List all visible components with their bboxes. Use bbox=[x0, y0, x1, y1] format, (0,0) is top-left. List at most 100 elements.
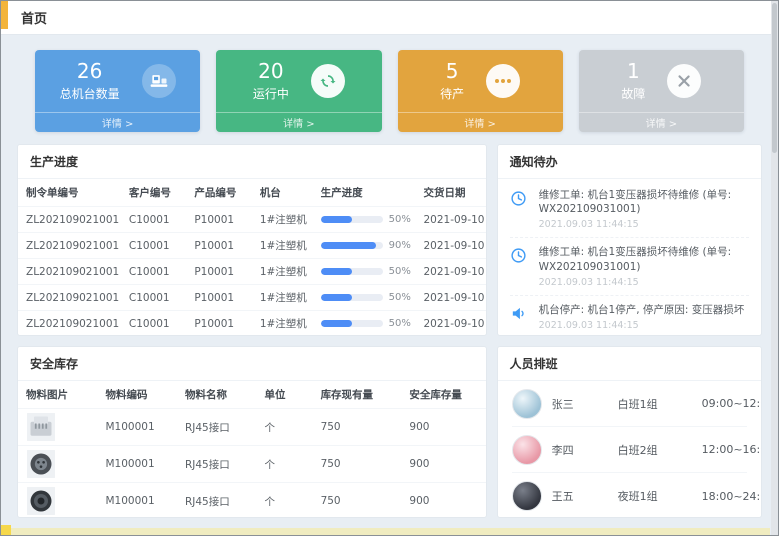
cell-order: ZL202109021001 bbox=[18, 207, 121, 233]
cell-product: P10001 bbox=[186, 259, 251, 285]
speaker-icon bbox=[510, 303, 530, 331]
col-material-code: 物料编码 bbox=[97, 381, 176, 409]
stat-card-body: 5 待产 bbox=[398, 50, 563, 112]
cell-customer: C10001 bbox=[121, 259, 186, 285]
fault-icon bbox=[667, 64, 701, 98]
clock-icon bbox=[510, 245, 530, 287]
cell-product: P10001 bbox=[186, 285, 251, 311]
avatar bbox=[512, 389, 542, 419]
staff-row: 王五 夜班1组 18:00~24:00 bbox=[512, 473, 747, 517]
col-customer: 客户编号 bbox=[121, 179, 186, 207]
running-icon bbox=[311, 64, 345, 98]
cell-machine: 1#注塑机 bbox=[252, 259, 313, 285]
cell-machine: 1#注塑机 bbox=[252, 285, 313, 311]
progress-label: 50% bbox=[389, 292, 411, 303]
stat-label-waiting: 待产 bbox=[440, 85, 464, 102]
progress-bar: 50% bbox=[321, 318, 408, 329]
cell-safety-stock: 900 bbox=[401, 409, 485, 446]
staffing-panel-title: 人员排班 bbox=[498, 347, 761, 381]
progress-label: 50% bbox=[389, 318, 411, 329]
cell-order: ZL202109021001 bbox=[18, 285, 121, 311]
speaker-photo bbox=[26, 487, 56, 515]
connector-photo bbox=[26, 450, 56, 478]
stat-value-total: 26 bbox=[60, 60, 120, 82]
notice-text: 维修工单: 机台1变压器损坏待维修 (单号: WX202109031001) bbox=[539, 188, 749, 216]
notice-item[interactable]: 机台停产: 机台1停产, 停产原因: 变压器损坏 2021.09.03 11:4… bbox=[510, 296, 749, 335]
progress-bar: 90% bbox=[321, 240, 408, 251]
staff-row: 张三 白班1组 09:00~12:00 bbox=[512, 381, 747, 427]
detail-link-fault[interactable]: 详情 > bbox=[579, 112, 744, 132]
staff-row: 李四 白班2组 12:00~16:00 bbox=[512, 427, 747, 473]
detail-link-waiting[interactable]: 详情 > bbox=[398, 112, 563, 132]
cell-date: 2021-09-10 bbox=[415, 311, 485, 337]
bottom-corner-accent bbox=[1, 525, 11, 535]
col-safety-stock: 安全库存量 bbox=[401, 381, 485, 409]
col-product: 产品编号 bbox=[186, 179, 251, 207]
cell-current-stock: 750 bbox=[313, 409, 402, 446]
staff-list: 张三 白班1组 09:00~12:00 李四 白班2组 12:00~16:00 … bbox=[498, 381, 761, 517]
cell-customer: C10001 bbox=[121, 285, 186, 311]
staff-name: 王五 bbox=[552, 488, 618, 504]
vertical-scrollbar[interactable] bbox=[771, 1, 778, 535]
col-order: 制令单编号 bbox=[18, 179, 121, 207]
stat-label-running: 运行中 bbox=[253, 85, 289, 102]
staff-shift: 白班1组 bbox=[618, 396, 702, 412]
col-date: 交货日期 bbox=[415, 179, 485, 207]
cell-current-stock: 750 bbox=[313, 446, 402, 483]
cell-unit: 个 bbox=[256, 409, 312, 446]
cell-customer: C10001 bbox=[121, 233, 186, 259]
cell-machine: 1#注塑机 bbox=[252, 233, 313, 259]
inventory-header-row: 物料图片 物料编码 物料名称 单位 库存现有量 安全库存量 bbox=[18, 381, 486, 409]
progress-bar: 50% bbox=[321, 214, 408, 225]
table-row: M100001 RJ45接口 个 750 900 bbox=[18, 446, 486, 483]
notice-item[interactable]: 维修工单: 机台1变压器损坏待维修 (单号: WX202109031001) 2… bbox=[510, 181, 749, 238]
detail-link-total[interactable]: 详情 > bbox=[35, 112, 200, 132]
cell-safety-stock: 900 bbox=[401, 483, 485, 519]
cell-safety-stock: 900 bbox=[401, 446, 485, 483]
table-row: ZL202109021001 C10001 P10001 1#注塑机 50% 2… bbox=[18, 285, 486, 311]
stat-card-fault[interactable]: 1 故障 详情 > bbox=[579, 50, 744, 132]
notices-panel: 通知待办 维修工单: 机台1变压器损坏待维修 (单号: WX2021090310… bbox=[497, 144, 762, 336]
col-machine: 机台 bbox=[252, 179, 313, 207]
scrollbar-thumb[interactable] bbox=[772, 3, 777, 153]
progress-label: 90% bbox=[389, 240, 411, 251]
notice-item[interactable]: 维修工单: 机台1变压器损坏待维修 (单号: WX202109031001) 2… bbox=[510, 238, 749, 295]
cell-date: 2021-09-10 bbox=[415, 233, 485, 259]
stat-cards-row: 26 总机台数量 详情 > 20 运行中 详情 > 5 待产 bbox=[1, 35, 778, 142]
stat-card-total-machines[interactable]: 26 总机台数量 详情 > bbox=[35, 50, 200, 132]
detail-link-running[interactable]: 详情 > bbox=[216, 112, 381, 132]
cell-product: P10001 bbox=[186, 311, 251, 337]
cell-material-name: RJ45接口 bbox=[177, 446, 256, 483]
staff-shift: 白班2组 bbox=[618, 442, 702, 458]
cell-date: 2021-09-10 bbox=[415, 259, 485, 285]
progress-label: 50% bbox=[389, 214, 411, 225]
table-row: ZL202109021001 C10001 P10001 1#注塑机 90% 2… bbox=[18, 233, 486, 259]
production-panel-title: 生产进度 bbox=[18, 145, 486, 179]
cell-product: P10001 bbox=[186, 207, 251, 233]
waiting-icon bbox=[486, 64, 520, 98]
avatar bbox=[512, 481, 542, 511]
production-progress-panel: 生产进度 制令单编号 客户编号 产品编号 机台 生产进度 交货日期 ZL2021… bbox=[17, 144, 487, 336]
notice-time: 2021.09.03 11:44:15 bbox=[539, 219, 749, 230]
stat-card-running[interactable]: 20 运行中 详情 > bbox=[216, 50, 381, 132]
cell-order: ZL202109021001 bbox=[18, 259, 121, 285]
stat-value-waiting: 5 bbox=[440, 60, 464, 82]
col-current-stock: 库存现有量 bbox=[313, 381, 402, 409]
corner-accent bbox=[1, 1, 8, 29]
table-row: M100001 RJ45接口 个 750 900 bbox=[18, 409, 486, 446]
cell-material-code: M100001 bbox=[97, 446, 176, 483]
dashboard-grid: 生产进度 制令单编号 客户编号 产品编号 机台 生产进度 交货日期 ZL2021… bbox=[1, 142, 778, 518]
stat-value-running: 20 bbox=[253, 60, 289, 82]
cell-customer: C10001 bbox=[121, 311, 186, 337]
col-progress: 生产进度 bbox=[313, 179, 416, 207]
cell-material-name: RJ45接口 bbox=[177, 483, 256, 519]
cell-product: P10001 bbox=[186, 233, 251, 259]
stat-card-waiting[interactable]: 5 待产 详情 > bbox=[398, 50, 563, 132]
notice-time: 2021.09.03 11:44:15 bbox=[539, 277, 749, 288]
stat-card-body: 26 总机台数量 bbox=[35, 50, 200, 112]
cell-date: 2021-09-10 bbox=[415, 207, 485, 233]
rj45-photo bbox=[26, 413, 56, 441]
notice-text: 机台停产: 机台1停产, 停产原因: 变压器损坏 bbox=[539, 303, 745, 317]
cell-unit: 个 bbox=[256, 483, 312, 519]
stat-label-total: 总机台数量 bbox=[60, 85, 120, 102]
